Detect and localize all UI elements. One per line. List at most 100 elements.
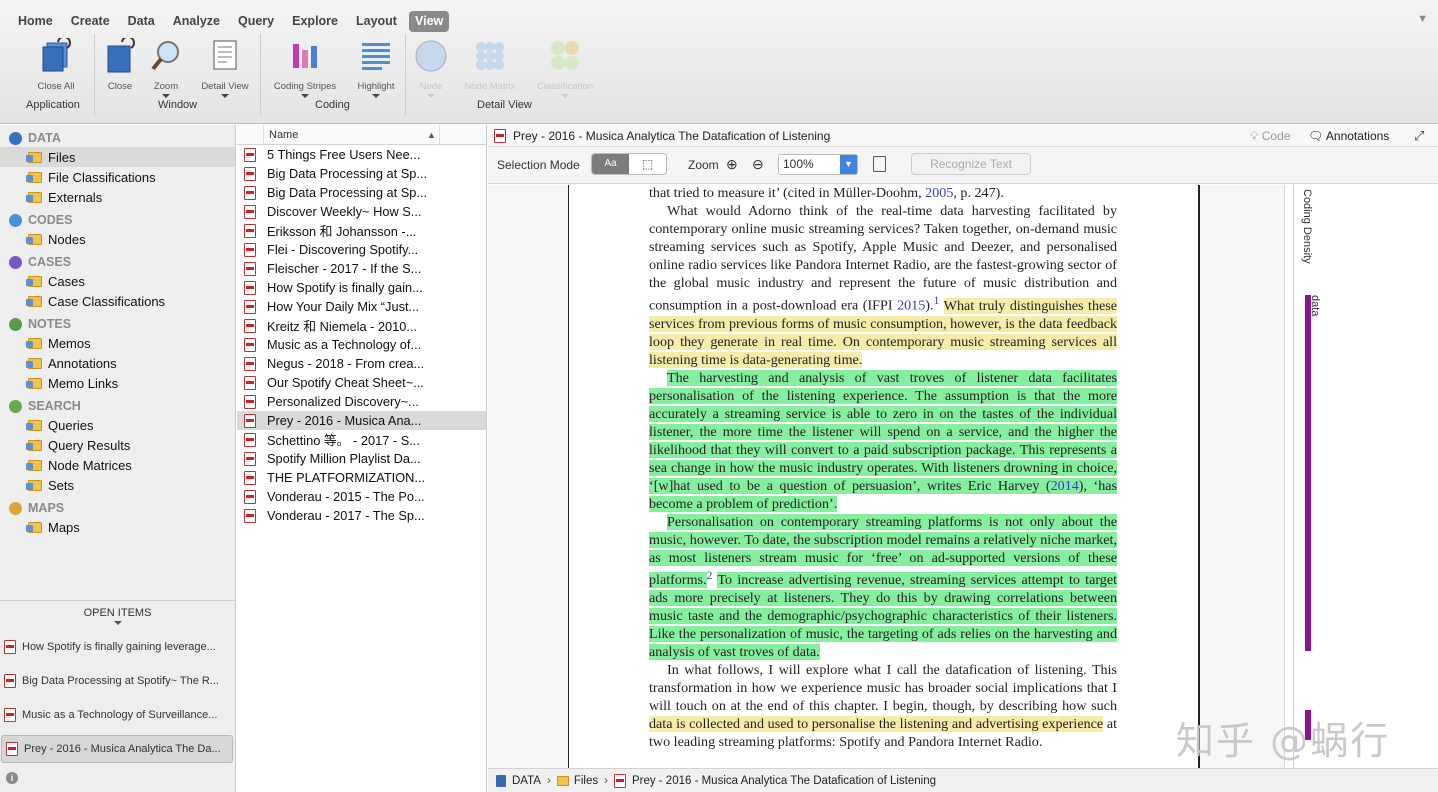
coded-highlight[interactable]: The harvesting and analysis of vast trov… — [649, 369, 1117, 494]
file-row[interactable]: Vonderau - 2015 - The Po... — [237, 487, 486, 506]
classification-icon — [551, 41, 579, 70]
zoom-in-icon[interactable]: ⊕ — [726, 156, 738, 173]
zoom-out-icon[interactable]: ⊖ — [752, 156, 764, 173]
nav-item-files[interactable]: Files — [0, 147, 235, 167]
close-button[interactable]: Close — [101, 35, 139, 92]
file-row[interactable]: Eriksson 和 Johansson -... — [237, 221, 486, 240]
menu-home[interactable]: Home — [12, 11, 59, 32]
menu-view[interactable]: View — [408, 11, 450, 32]
nav-item-case-classifications[interactable]: Case Classifications — [0, 291, 235, 311]
file-row[interactable]: Vonderau - 2017 - The Sp... — [237, 506, 486, 525]
open-item[interactable]: Big Data Processing at Spotify~ The R... — [0, 667, 234, 695]
nav-section-data[interactable]: DATA — [0, 129, 235, 147]
footnote-link[interactable]: 1 — [933, 294, 939, 307]
citation-link[interactable]: 2005 — [925, 185, 953, 201]
annotation-highlight[interactable]: data is collected and used to personalis… — [649, 716, 1104, 733]
nav-section-maps[interactable]: MAPS — [0, 499, 235, 517]
file-row[interactable]: Flei - Discovering Spotify... — [237, 240, 486, 259]
breadcrumb-item[interactable]: Prey - 2016 - Musica Analytica The Dataf… — [632, 775, 936, 787]
file-row[interactable]: Personalized Discovery~... — [237, 392, 486, 411]
file-row[interactable]: How Your Daily Mix “Just... — [237, 297, 486, 316]
nav-section-cases[interactable]: CASES — [0, 253, 235, 271]
highlight-button[interactable]: Highlight — [352, 38, 400, 98]
menu-query[interactable]: Query — [232, 11, 280, 32]
coding-stripes-icon — [293, 44, 317, 68]
file-row[interactable]: Big Data Processing at Sp... — [237, 164, 486, 183]
pdf-icon — [244, 375, 256, 390]
classification-button[interactable]: Classification — [530, 38, 600, 98]
coding-stripe[interactable] — [1305, 295, 1311, 651]
file-row[interactable]: Schettino 等。 - 2017 - S... — [237, 430, 486, 449]
file-row[interactable]: How Spotify is finally gain... — [237, 278, 486, 297]
open-item[interactable]: How Spotify is finally gaining leverage.… — [0, 633, 234, 661]
file-row[interactable]: Spotify Million Playlist Da... — [237, 449, 486, 468]
page-view-icon[interactable] — [873, 156, 886, 172]
code-button[interactable]: 💡︎ Code — [1250, 129, 1290, 144]
zoom-button[interactable]: Zoom — [146, 38, 186, 98]
region-selection-icon[interactable]: ⬚ — [629, 154, 666, 174]
file-row[interactable]: Negus - 2018 - From crea... — [237, 354, 486, 373]
chevron-down-icon[interactable] — [113, 621, 122, 625]
folder-icon — [26, 151, 42, 163]
nav-item-cases[interactable]: Cases — [0, 271, 235, 291]
menu-create[interactable]: Create — [65, 11, 116, 32]
nav-item-file-classifications[interactable]: File Classifications — [0, 167, 235, 187]
nav-item-maps[interactable]: Maps — [0, 517, 235, 537]
info-icon[interactable]: i — [6, 772, 18, 784]
pdf-icon — [4, 674, 16, 688]
file-row[interactable]: Big Data Processing at Sp... — [237, 183, 486, 202]
citation-link[interactable]: 2014 — [1050, 477, 1079, 494]
file-row[interactable]: Fleischer - 2017 - If the S... — [237, 259, 486, 278]
footnote-link[interactable]: 2 — [707, 569, 713, 582]
pdf-icon — [244, 280, 256, 295]
nav-item-node-matrices[interactable]: Node Matrices — [0, 455, 235, 475]
ribbon-collapse-icon[interactable]: ▼ — [1417, 13, 1428, 25]
file-row[interactable]: Kreitz 和 Niemela - 2010... — [237, 316, 486, 335]
nav-item-memos[interactable]: Memos — [0, 333, 235, 353]
nav-item-memo-links[interactable]: Memo Links — [0, 373, 235, 393]
nav-item-nodes[interactable]: Nodes — [0, 229, 235, 249]
annotations-button[interactable]: 🗨︎ Annotations — [1308, 129, 1389, 143]
nav-section-notes[interactable]: NOTES — [0, 315, 235, 333]
text-selection-button[interactable]: Aa — [592, 154, 629, 174]
column-name-header[interactable]: Name — [269, 129, 298, 141]
coding-stripes-button[interactable]: Coding Stripes — [270, 38, 340, 98]
file-row[interactable]: 5 Things Free Users Nee... — [237, 145, 486, 164]
nav-section-codes[interactable]: CODES — [0, 211, 235, 229]
node-matrix-button[interactable]: Node Matrix — [460, 38, 520, 92]
open-item[interactable]: Music as a Technology of Surveillance... — [0, 701, 234, 729]
nav-item-annotations[interactable]: Annotations — [0, 353, 235, 373]
nav-item-externals[interactable]: Externals — [0, 187, 235, 207]
folder-icon — [26, 357, 42, 369]
file-row[interactable]: THE PLATFORMIZATION... — [237, 468, 486, 487]
chevron-right-icon: › — [604, 774, 608, 787]
magnifier-icon — [151, 41, 179, 71]
recognize-text-button[interactable]: Recognize Text — [911, 153, 1031, 175]
breadcrumb-item[interactable]: DATA — [512, 775, 541, 787]
citation-link[interactable]: 2015 — [897, 298, 925, 314]
document-text[interactable]: that tried to measure it’ (cited in Müll… — [649, 185, 1117, 751]
file-row[interactable]: Discover Weekly~ How S... — [237, 202, 486, 221]
file-row[interactable]: Music as a Technology of... — [237, 335, 486, 354]
node-button[interactable]: Node — [412, 38, 450, 98]
expand-icon[interactable]: ⤢ — [1414, 128, 1424, 144]
open-items-title[interactable]: OPEN ITEMS — [0, 607, 235, 619]
menu-analyze[interactable]: Analyze — [167, 11, 226, 32]
breadcrumb-item[interactable]: Files — [574, 775, 598, 787]
open-item[interactable]: Prey - 2016 - Musica Analytica The Da... — [1, 735, 233, 763]
menu-layout[interactable]: Layout — [350, 11, 403, 32]
detail-view-button[interactable]: Detail View — [198, 38, 252, 98]
coded-highlight[interactable]: To increase advertising revenue, streami… — [649, 572, 1117, 661]
menu-data[interactable]: Data — [122, 11, 161, 32]
zoom-select[interactable]: 100% ▼ — [778, 154, 858, 175]
navigation-pane: DATA Files File Classifications Externals CO… — [0, 125, 236, 600]
close-all-button[interactable]: Close All — [30, 35, 82, 92]
file-row[interactable]: Prey - 2016 - Musica Ana... — [237, 411, 486, 430]
nav-item-sets[interactable]: Sets — [0, 475, 235, 495]
file-row[interactable]: Our Spotify Cheat Sheet~... — [237, 373, 486, 392]
menu-explore[interactable]: Explore — [286, 11, 344, 32]
nav-section-search[interactable]: SEARCH — [0, 397, 235, 415]
nav-item-query-results[interactable]: Query Results — [0, 435, 235, 455]
nav-item-queries[interactable]: Queries — [0, 415, 235, 435]
sort-ascending-icon[interactable]: ▲ — [427, 130, 436, 140]
